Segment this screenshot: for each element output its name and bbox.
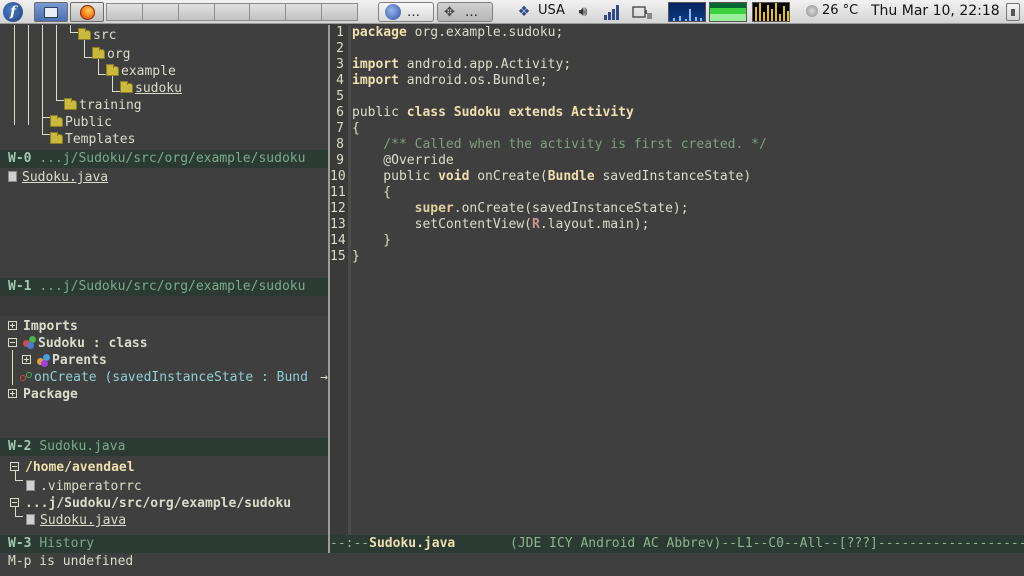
workspace-6[interactable]	[286, 4, 323, 20]
file-icon	[8, 171, 17, 182]
modeline-w2: W-2 Sudoku.java	[0, 438, 328, 456]
history-item-sudoku-java[interactable]: Sudoku.java	[26, 512, 126, 529]
parents-icon	[37, 353, 51, 367]
folder-icon	[50, 132, 63, 144]
code-line-3: 3 import android.app.Activity;	[336, 57, 572, 72]
history-item-vimperatorrc[interactable]: .vimperatorrc	[26, 478, 142, 495]
keyboard-layout-indicator[interactable]: USA	[538, 3, 565, 18]
dir-item-public[interactable]: Public	[50, 114, 112, 131]
workspace-2[interactable]	[142, 4, 179, 20]
taskbar-item-browser[interactable]: …	[378, 2, 434, 22]
modeline-w1-spacer	[0, 296, 328, 316]
top-panel: f … ✥ … ❖ USA 🔊︎ 26 °C Thu Mar 10, 22:18	[0, 0, 1024, 24]
truncation-arrow-icon: →	[320, 370, 328, 385]
workspace-1[interactable]	[107, 4, 143, 20]
file-icon	[26, 514, 35, 525]
workspace-switcher[interactable]	[106, 3, 358, 21]
code-line-13: 13 setContentView(R.layout.main);	[330, 217, 650, 232]
dir-item-org[interactable]: org	[92, 46, 130, 63]
network-tray-icon[interactable]: ❖	[515, 4, 533, 20]
file-item-sudoku-java[interactable]: Sudoku.java	[8, 169, 108, 186]
code-line-9: 9 @Override	[336, 153, 454, 168]
folder-icon	[78, 28, 91, 40]
dir-item-example[interactable]: example	[106, 63, 176, 80]
buffer-name[interactable]: Sudoku.java	[369, 536, 455, 551]
taskbar-item-emacs[interactable]: ✥ …	[437, 2, 493, 22]
power-manager-icon[interactable]	[631, 4, 655, 20]
outline-imports[interactable]: Imports	[8, 318, 78, 335]
code-line-7: 7{	[336, 121, 360, 136]
ecb-left-pane: src org example sudoku training Public T…	[0, 25, 328, 553]
cpu-monitor-graph[interactable]	[668, 2, 706, 22]
weather-applet[interactable]: 26 °C	[806, 3, 858, 18]
outline-parents[interactable]: Parents	[22, 352, 107, 369]
dir-item-sudoku[interactable]: sudoku	[120, 80, 182, 97]
code-line-8: 8 /** Called when the activity is first …	[336, 137, 767, 152]
modeline-w0: W-0 ...j/Sudoku/src/org/example/sudoku	[0, 150, 328, 168]
code-editor[interactable]: 1 package org.example.sudoku; 2 3 import a…	[330, 25, 1024, 535]
code-line-5: 5	[336, 89, 344, 104]
outline-package[interactable]: Package	[8, 386, 78, 403]
file-icon	[26, 480, 35, 491]
firefox-launcher[interactable]	[70, 2, 104, 22]
terminal-icon	[44, 6, 58, 18]
workspace-3[interactable]	[178, 4, 215, 20]
firefox-icon	[79, 4, 95, 20]
signal-strength-icon[interactable]	[603, 4, 621, 20]
history-root[interactable]: /home/avendael	[10, 459, 135, 476]
load-monitor-graph[interactable]	[752, 2, 790, 22]
folder-icon	[50, 115, 63, 127]
expand-icon[interactable]	[8, 389, 17, 398]
dir-item-training[interactable]: training	[64, 97, 142, 114]
collapse-icon[interactable]	[10, 462, 19, 471]
class-icon	[23, 336, 37, 349]
modeline-w3: W-3 History	[0, 535, 328, 553]
history-dir[interactable]: ...j/Sudoku/src/org/example/sudoku	[10, 495, 291, 512]
folder-icon	[120, 81, 133, 93]
folder-icon	[92, 47, 105, 59]
dir-item-templates[interactable]: Templates	[50, 131, 135, 148]
code-line-10: 10 public void onCreate(Bundle savedInst…	[330, 169, 752, 184]
workspace-7[interactable]	[322, 4, 358, 20]
battery-icon[interactable]	[1006, 3, 1020, 21]
code-line-14: 14 }	[330, 233, 392, 248]
code-line-2: 2	[336, 41, 344, 56]
collapse-icon[interactable]	[10, 498, 19, 507]
folder-icon	[64, 98, 77, 110]
weather-icon	[806, 4, 818, 17]
workspace-4[interactable]	[214, 4, 251, 20]
modeline-w1: W-1 ...j/Sudoku/src/org/example/sudoku	[0, 278, 328, 296]
code-line-4: 4 import android.os.Bundle;	[336, 73, 548, 88]
outline-method-oncreate[interactable]: onCreate (savedInstanceState : Bund →	[20, 369, 328, 386]
collapse-icon[interactable]	[8, 338, 17, 347]
code-line-15: 15}	[330, 249, 360, 264]
code-line-11: 11 {	[330, 185, 392, 200]
clock[interactable]: Thu Mar 10, 22:18	[871, 3, 1000, 19]
outline-class-sudoku[interactable]: Sudoku : class	[8, 335, 148, 352]
method-icon	[20, 372, 34, 382]
emacs-gnu-icon: ✥	[444, 4, 455, 20]
workspace-5[interactable]	[250, 4, 287, 20]
code-line-12: 12 super.onCreate(savedInstanceState);	[330, 201, 689, 216]
globe-icon	[385, 4, 401, 20]
minibuffer[interactable]: M-p is undefined	[0, 553, 1024, 576]
expand-icon[interactable]	[22, 355, 31, 364]
terminal-launcher[interactable]	[34, 2, 68, 22]
folder-icon	[106, 64, 119, 76]
editor-modeline: --:--Sudoku.java (JDE ICY Android AC Abb…	[330, 535, 1024, 553]
memory-monitor-graph[interactable]	[709, 2, 747, 22]
fedora-menu-icon[interactable]: f	[3, 2, 23, 22]
dir-item-src[interactable]: src	[78, 27, 116, 44]
code-line-1: 1 package org.example.sudoku;	[336, 25, 564, 40]
code-line-6: 6 public class Sudoku extends Activity	[336, 105, 634, 120]
expand-icon[interactable]	[8, 321, 17, 330]
volume-icon[interactable]: 🔊︎	[572, 4, 594, 20]
